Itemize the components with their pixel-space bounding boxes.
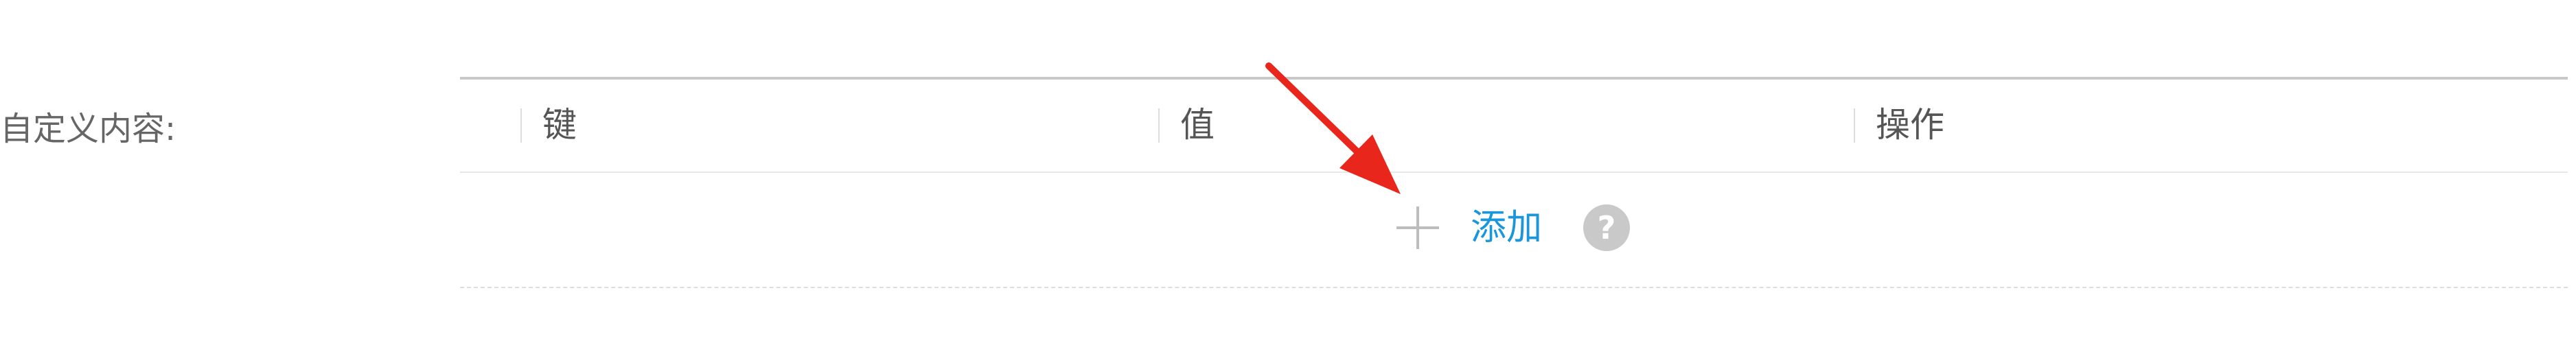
plus-icon[interactable] bbox=[1396, 206, 1439, 249]
column-separator bbox=[1158, 108, 1160, 143]
custom-content-form: 自定义内容: 键 值 操作 添加 ? bbox=[0, 0, 2576, 354]
column-title-value: 值 bbox=[1180, 105, 1215, 145]
column-separator bbox=[1854, 108, 1855, 143]
custom-content-label: 自定义内容: bbox=[0, 110, 176, 148]
help-icon[interactable]: ? bbox=[1583, 204, 1630, 251]
dashed-divider bbox=[460, 287, 2568, 288]
add-button[interactable]: 添加 bbox=[1471, 204, 1542, 251]
add-row: 添加 ? bbox=[460, 173, 2568, 285]
column-separator bbox=[520, 108, 522, 143]
column-title-key: 键 bbox=[542, 105, 577, 145]
table-header: 键 值 操作 bbox=[460, 80, 2568, 173]
column-title-actions: 操作 bbox=[1876, 105, 1944, 145]
key-value-table: 键 值 操作 添加 ? bbox=[460, 77, 2568, 291]
